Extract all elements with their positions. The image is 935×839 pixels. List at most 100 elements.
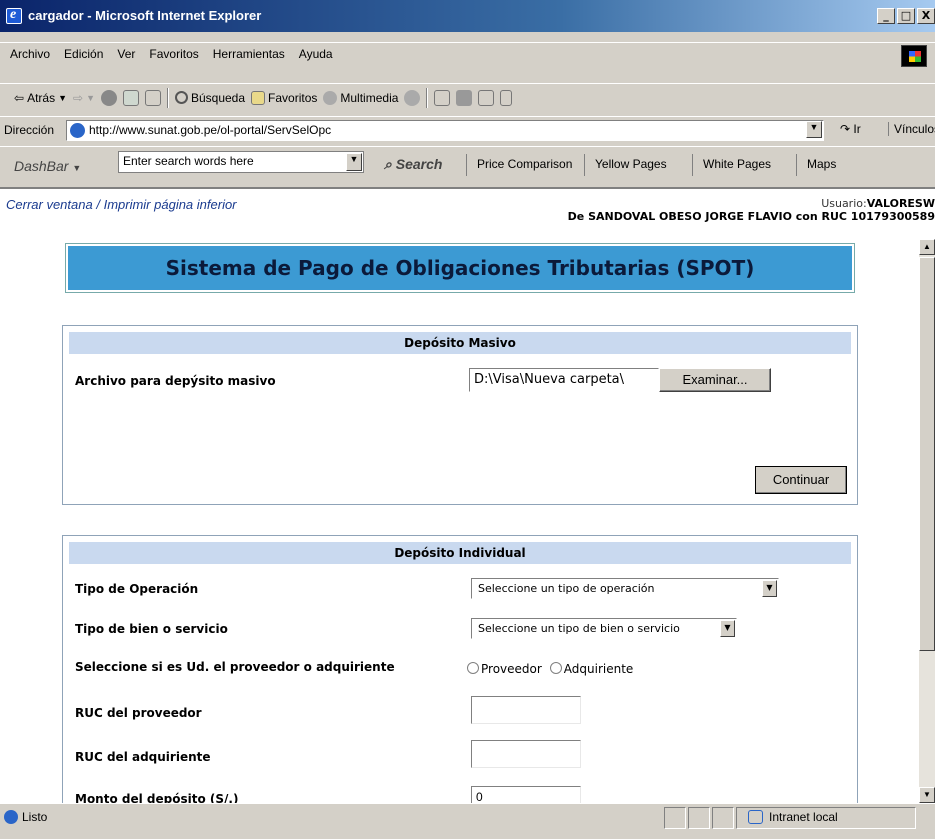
dashbar-search-dropdown[interactable]: ▼	[346, 153, 362, 171]
close-button[interactable]: X	[917, 8, 935, 24]
minimize-button[interactable]: _	[877, 8, 895, 24]
vertical-scrollbar[interactable]: ▲ ▼	[919, 239, 935, 803]
links-button[interactable]: Vínculos	[888, 122, 935, 136]
edit-icon[interactable]	[478, 89, 495, 106]
status-cell	[712, 807, 734, 829]
menu-ver[interactable]: Ver	[117, 47, 135, 61]
window-titlebar: cargador - Microsoft Internet Explorer _…	[0, 0, 935, 32]
tipo-bien-select[interactable]: Seleccione un tipo de bien o servicio ▼	[471, 618, 737, 639]
address-dropdown-button[interactable]: ▼	[806, 121, 822, 138]
radio-adquiriente-label: Adquiriente	[563, 662, 634, 676]
search-button[interactable]: Búsqueda	[174, 90, 246, 105]
go-button[interactable]: ↷ Ir	[840, 122, 861, 136]
favorites-label: Favoritos	[268, 90, 318, 105]
address-input[interactable]: http://www.sunat.gob.pe/ol-portal/ServSe…	[66, 120, 824, 141]
page-banner: Sistema de Pago de Obligaciones Tributar…	[66, 244, 854, 292]
rol-radio-group: Proveedor Adquiriente	[467, 662, 633, 676]
window-title: cargador - Microsoft Internet Explorer	[28, 8, 262, 23]
deposito-individual-panel: Depósito Individual Tipo de Operación Se…	[62, 535, 858, 803]
toolbar-separator	[426, 87, 429, 108]
mail-icon[interactable]	[434, 89, 451, 106]
deposito-individual-header: Depósito Individual	[69, 542, 851, 564]
menu-archivo[interactable]: Archivo	[10, 47, 50, 61]
standard-toolbar: ⇦ Atrás ▼ ⇨ ▼ Búsqueda Favoritos Multime…	[0, 83, 935, 111]
close-window-link[interactable]: Cerrar ventana	[6, 197, 93, 212]
back-label: Atrás	[27, 90, 56, 105]
browse-button[interactable]: Examinar...	[659, 368, 771, 392]
chevron-down-icon: ▼	[58, 92, 67, 103]
scroll-thumb[interactable]	[919, 257, 935, 651]
chevron-down-icon: ▼	[86, 92, 95, 103]
scroll-down-button[interactable]: ▼	[919, 787, 935, 803]
print-icon[interactable]	[456, 89, 473, 106]
ruc-proveedor-label: RUC del proveedor	[75, 706, 202, 720]
monto-label: Monto del depósito (S/.)	[75, 792, 239, 803]
dashbar-logo[interactable]: DashBar ▼	[14, 158, 81, 174]
back-button[interactable]: ⇦ Atrás ▼	[14, 91, 67, 105]
scroll-up-button[interactable]: ▲	[919, 239, 935, 255]
dashbar-logo-text: DashBar	[14, 158, 69, 174]
menu-bar: Archivo Edición Ver Favoritos Herramient…	[0, 42, 935, 68]
deposito-masivo-panel: Depósito Masivo Archivo para depýsito ma…	[62, 325, 858, 505]
dashbar-link-yellow-pages[interactable]: Yellow Pages	[584, 154, 667, 176]
forward-button[interactable]: ⇨ ▼	[73, 91, 95, 105]
status-cell	[664, 807, 686, 829]
user-label: Usuario:	[821, 197, 867, 210]
radio-adquiriente[interactable]: Adquiriente	[549, 662, 634, 676]
search-label: Búsqueda	[190, 90, 246, 105]
print-page-link[interactable]: Imprimir página inferior	[104, 197, 237, 212]
dashbar-search-input[interactable]: Enter search words here	[118, 151, 364, 173]
file-path-input[interactable]: D:\Visa\Nueva carpeta\	[469, 368, 659, 392]
chevron-down-icon: ▼	[72, 163, 82, 173]
toolbar-separator	[166, 87, 169, 108]
status-bar: Listo Intranet local	[0, 803, 935, 839]
top-links: Cerrar ventana / Imprimir página inferio…	[6, 197, 237, 212]
dashbar-link-price-comparison[interactable]: Price Comparison	[466, 154, 572, 176]
ruc-adquiriente-label: RUC del adquiriente	[75, 750, 211, 764]
link-separator: /	[96, 197, 104, 212]
file-label: Archivo para depýsito masivo	[75, 374, 276, 388]
refresh-icon[interactable]	[122, 89, 139, 106]
tipo-operacion-select[interactable]: Seleccione un tipo de operación ▼	[471, 578, 779, 599]
dashbar-link-maps[interactable]: Maps	[796, 154, 836, 176]
media-button[interactable]: Multimedia	[323, 90, 399, 105]
ruc-adquiriente-input[interactable]	[471, 740, 581, 768]
history-icon[interactable]	[404, 89, 421, 106]
radio-icon	[467, 662, 479, 674]
discuss-icon[interactable]	[500, 89, 513, 106]
monto-input[interactable]: 0	[471, 786, 581, 803]
address-bar: Dirección http://www.sunat.gob.pe/ol-por…	[0, 116, 935, 142]
maximize-button[interactable]: □	[897, 8, 915, 24]
user-detail: De SANDOVAL OBESO JORGE FLAVIO con RUC 1…	[567, 210, 935, 223]
windows-logo-icon	[901, 45, 927, 67]
menu-edicion[interactable]: Edición	[64, 47, 103, 61]
rol-label: Seleccione si es Ud. el proveedor o adqu…	[75, 660, 395, 674]
search-icon	[174, 91, 188, 104]
page-title: Sistema de Pago de Obligaciones Tributar…	[165, 256, 755, 280]
address-url: http://www.sunat.gob.pe/ol-portal/ServSe…	[89, 123, 332, 137]
dashbar-link-white-pages[interactable]: White Pages	[692, 154, 771, 176]
continue-button[interactable]: Continuar	[755, 466, 847, 494]
address-label: Dirección	[4, 122, 55, 137]
favorites-button[interactable]: Favoritos	[251, 90, 318, 105]
stop-icon[interactable]	[100, 89, 117, 106]
security-zone: Intranet local	[748, 810, 838, 824]
ruc-proveedor-input[interactable]	[471, 696, 581, 724]
menu-ayuda[interactable]: Ayuda	[299, 47, 333, 61]
radio-proveedor[interactable]: Proveedor	[467, 662, 542, 676]
user-info: Usuario:VALORESW De SANDOVAL OBESO JORGE…	[568, 197, 935, 223]
deposito-masivo-header: Depósito Masivo	[69, 332, 851, 354]
go-label: Ir	[853, 122, 861, 136]
chevron-down-icon: ▼	[762, 580, 777, 597]
tipo-operacion-value: Seleccione un tipo de operación	[478, 582, 655, 595]
dashbar-search-label: Search	[395, 156, 443, 172]
menu-favoritos[interactable]: Favoritos	[149, 47, 198, 61]
dashbar-toolbar: DashBar ▼ Enter search words here ▼ ⌕ Se…	[0, 146, 935, 182]
tipo-operacion-label: Tipo de Operación	[75, 582, 199, 596]
media-label: Multimedia	[340, 90, 399, 105]
menu-herramientas[interactable]: Herramientas	[213, 47, 285, 61]
home-icon[interactable]	[144, 89, 161, 106]
forward-arrow-icon: ⇨	[73, 90, 84, 105]
status-text: Listo	[22, 810, 48, 824]
dashbar-search-button[interactable]: ⌕ Search	[384, 156, 442, 173]
